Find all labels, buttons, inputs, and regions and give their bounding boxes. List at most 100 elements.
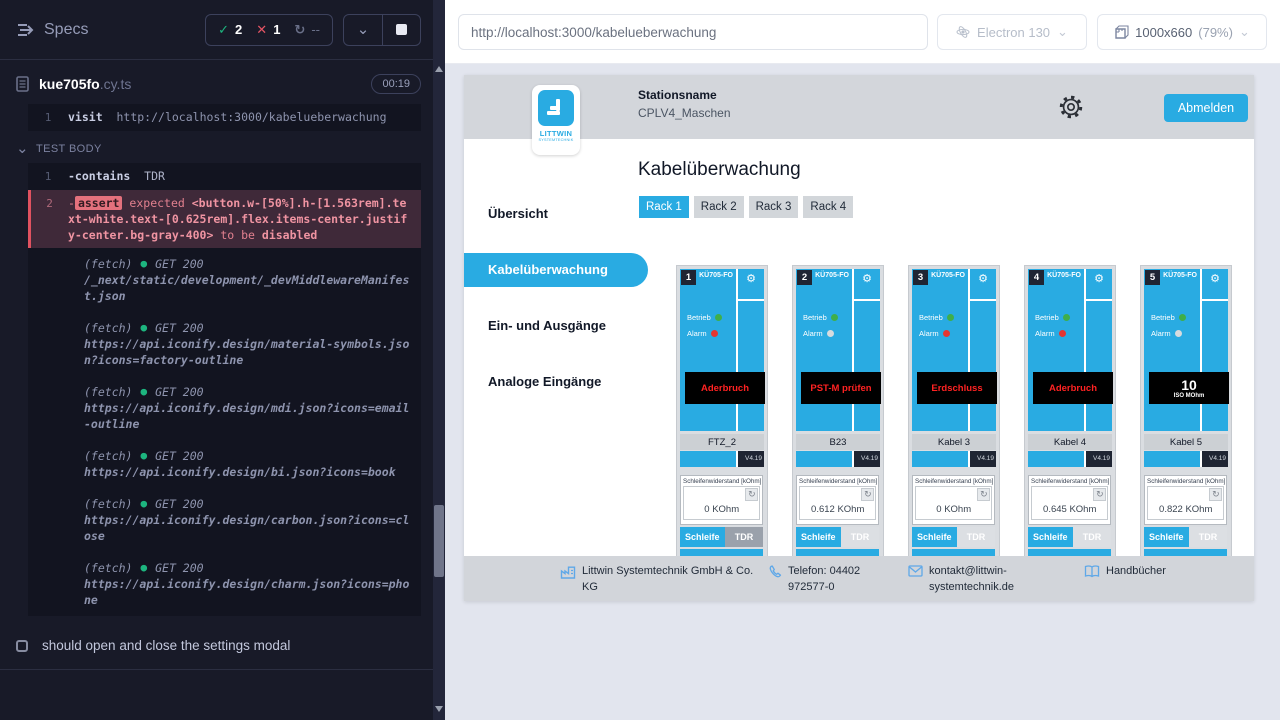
success-dot-icon: ● (140, 496, 147, 512)
fetch-label: (fetch) (84, 448, 132, 464)
card-gear-icon[interactable]: ⚙ (1086, 272, 1112, 286)
nav-item-analoge-eingaenge[interactable]: Analoge Eingänge (464, 365, 620, 399)
refresh-icon[interactable]: ↻ (1209, 488, 1222, 501)
alarm-label: Alarm (1035, 329, 1055, 338)
assert-state: disabled (262, 228, 317, 242)
fetch-url: https://api.iconify.design/mdi.json?icon… (84, 400, 413, 432)
success-dot-icon: ● (140, 448, 147, 464)
tab-rack-3[interactable]: Rack 3 (749, 196, 799, 218)
fetch-url: /_next/static/development/_devMiddleware… (84, 272, 413, 304)
tab-rack-4[interactable]: Rack 4 (803, 196, 853, 218)
viewport-select[interactable]: 1000x660 (79%) ⌄ (1097, 14, 1267, 50)
spec-row[interactable]: kue705fo.cy.ts 00:19 (0, 60, 433, 104)
footer-manuals[interactable]: Handbücher (1084, 564, 1166, 580)
fetch-log-row[interactable]: (fetch)●GET 200 /_next/static/developmen… (28, 248, 421, 312)
tdr-button[interactable]: TDR (725, 527, 764, 547)
fetch-log-row[interactable]: (fetch)●GET 200 https://api.iconify.desi… (28, 552, 421, 616)
card-gear-icon[interactable]: ⚙ (738, 272, 764, 286)
screen: Specs ✓2 ✕1 ↻-- ⌄ kue705fo.cy.ts 00:19 1… (0, 0, 1280, 720)
cable-name: Kabel 3 (912, 434, 996, 450)
fetch-log-row[interactable]: (fetch)●GET 200 https://api.iconify.desi… (28, 312, 421, 376)
refresh-icon[interactable]: ↻ (745, 488, 758, 501)
failed-count: 1 (273, 22, 280, 37)
cable-name: B23 (796, 434, 880, 450)
success-dot-icon: ● (140, 560, 147, 576)
footer-email[interactable]: kontakt@littwin-systemtechnik.de (908, 564, 1036, 596)
alarm-label: Alarm (919, 329, 939, 338)
footer-company: Littwin Systemtechnik GmbH & Co. KG (560, 564, 768, 596)
url-input[interactable] (458, 14, 928, 50)
card-gear-icon[interactable]: ⚙ (1202, 272, 1228, 286)
contains-command-row[interactable]: 1 -contains TDR (28, 163, 421, 190)
card-number: 1 (681, 270, 696, 285)
schleife-button[interactable]: Schleife (912, 527, 957, 547)
ruler-icon (1114, 25, 1129, 39)
refresh-icon[interactable]: ↻ (977, 488, 990, 501)
runner-right-pane: Electron 130 ⌄ 1000x660 (79%) ⌄ Stations… (445, 0, 1280, 720)
tab-rack-1[interactable]: Rack 1 (639, 196, 689, 218)
betrieb-label: Betrieb (919, 313, 943, 322)
tab-rack-2[interactable]: Rack 2 (694, 196, 744, 218)
chevron-down-icon: ⌄ (16, 145, 29, 153)
footer-phone[interactable]: Telefon: 04402 972577-0 (768, 564, 886, 596)
firmware-version: V4.19 (1202, 451, 1228, 467)
betrieb-label: Betrieb (803, 313, 827, 322)
fetch-log-row[interactable]: (fetch)●GET 200 https://api.iconify.desi… (28, 488, 421, 552)
card-number: 4 (1029, 270, 1044, 285)
reporter-scrollbar[interactable] (433, 0, 445, 720)
scroll-up-icon[interactable] (435, 66, 443, 72)
schleife-button[interactable]: Schleife (796, 527, 841, 547)
betrieb-label: Betrieb (1035, 313, 1059, 322)
fetch-status: GET 200 (155, 496, 203, 512)
scroll-down-icon[interactable] (435, 706, 443, 712)
status-text: Erdschluss (931, 383, 982, 394)
run-controls: ⌄ (343, 14, 421, 46)
nav-item-ein-und-ausgaenge[interactable]: Ein- und Ausgänge (464, 309, 620, 343)
collapse-button[interactable]: ⌄ (344, 15, 382, 45)
tdr-button[interactable]: TDR (841, 527, 880, 547)
schleife-button[interactable]: Schleife (1144, 527, 1189, 547)
schleife-button[interactable]: Schleife (680, 527, 725, 547)
nav-item-kabelueberwachung[interactable]: Kabelüberwachung (464, 253, 648, 287)
measure-value: 0 KOhm (916, 504, 991, 515)
fetch-log-row[interactable]: (fetch)●GET 200 https://api.iconify.desi… (28, 376, 421, 440)
browser-select[interactable]: Electron 130 ⌄ (937, 14, 1087, 50)
fetch-status: GET 200 (155, 448, 203, 464)
rack-tabs: Rack 1 Rack 2 Rack 3 Rack 4 (639, 196, 853, 218)
card-gear-icon[interactable]: ⚙ (854, 272, 880, 286)
stop-button[interactable] (382, 15, 420, 45)
app-header: Stationsname CPLV4_Maschen Abmelden (464, 75, 1254, 139)
nav-item-uebersicht[interactable]: Übersicht (464, 197, 620, 231)
refresh-icon[interactable]: ↻ (861, 488, 874, 501)
alarm-led (1175, 330, 1182, 337)
refresh-icon[interactable]: ↻ (1093, 488, 1106, 501)
fetch-status: GET 200 (155, 384, 203, 400)
alarm-label: Alarm (1151, 329, 1171, 338)
spec-filename: kue705fo.cy.ts (39, 76, 131, 92)
fetch-label: (fetch) (84, 256, 132, 272)
assert-command-row[interactable]: 2 -assert expected <button.w-[50%].h-[1.… (28, 190, 421, 248)
visit-command-row[interactable]: 1 visit http://localhost:3000/kabelueber… (28, 104, 421, 131)
settings-gear-button[interactable] (1058, 94, 1084, 120)
restart-icon: ↻ (294, 22, 305, 38)
tdr-button[interactable]: TDR (957, 527, 996, 547)
firmware-version: V4.19 (738, 451, 764, 467)
cable-name: FTZ_2 (680, 434, 764, 450)
specs-menu[interactable]: Specs (16, 21, 88, 39)
tdr-button[interactable]: TDR (1073, 527, 1112, 547)
fetch-log-row[interactable]: (fetch)●GET 200 https://api.iconify.desi… (28, 440, 421, 488)
specs-list-icon (16, 22, 34, 38)
card-gear-icon[interactable]: ⚙ (970, 272, 996, 286)
logout-button[interactable]: Abmelden (1164, 94, 1248, 122)
pending-test-row[interactable]: should open and close the settings modal (0, 622, 433, 670)
alarm-led (1059, 330, 1066, 337)
firmware-version: V4.19 (854, 451, 880, 467)
test-body-section[interactable]: ⌄ TEST BODY (0, 131, 433, 163)
status-display: 10 ISO MOhm (1149, 372, 1229, 404)
scrollbar-thumb[interactable] (434, 505, 444, 577)
tdr-button[interactable]: TDR (1189, 527, 1228, 547)
schleife-button[interactable]: Schleife (1028, 527, 1073, 547)
measure-value: 0.645 KOhm (1032, 504, 1107, 515)
fetch-status: GET 200 (155, 560, 203, 576)
logo-text: LITTWIN (540, 129, 573, 138)
